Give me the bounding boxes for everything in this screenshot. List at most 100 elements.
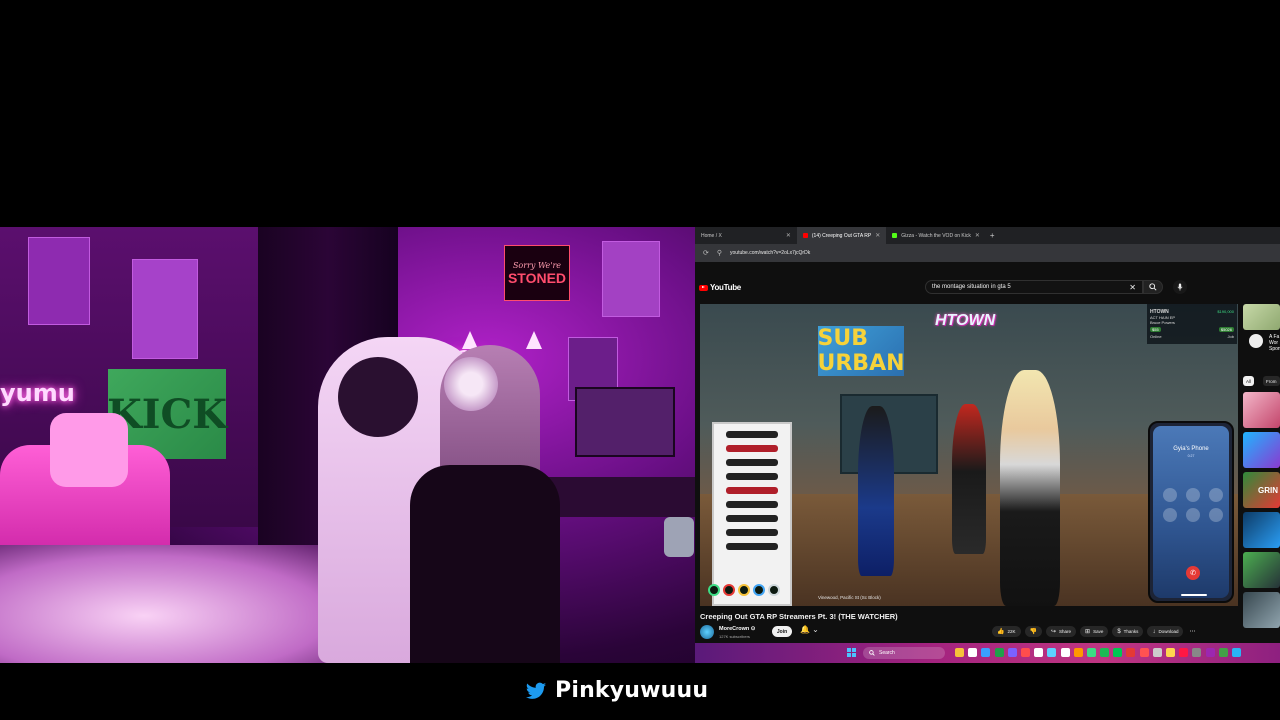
- taskbar-app-icon[interactable]: [1047, 648, 1057, 657]
- chip-all[interactable]: All: [1243, 376, 1255, 386]
- wall-poster: [132, 259, 198, 359]
- channel-name[interactable]: MoreCrown ⊙: [719, 626, 755, 632]
- character-blonde: [1000, 370, 1060, 606]
- taskbar-app-icon[interactable]: [1073, 648, 1083, 657]
- hud-money: $190,000: [1217, 309, 1234, 314]
- stream-layout: KICK yumu 420 Sorry We're STONED Home / …: [0, 0, 1280, 720]
- new-tab-button[interactable]: +: [986, 231, 999, 240]
- reload-icon[interactable]: ⟳: [703, 249, 709, 257]
- monitor: [575, 387, 675, 457]
- like-count: 22K: [1007, 629, 1016, 634]
- video-title: Creeping Out GTA RP Streamers Pt. 3! (TH…: [700, 612, 898, 621]
- taskbar-app-icon[interactable]: [1139, 648, 1149, 657]
- hud-job: Job: [1227, 334, 1234, 339]
- recommendations-sidebar: A Fa Wor Spon All From GRIN: [1243, 304, 1280, 644]
- chip-from[interactable]: From: [1263, 376, 1280, 386]
- site-info-icon[interactable]: ⚲: [717, 249, 722, 257]
- status-rings: [708, 584, 780, 596]
- character-blue-outfit: [858, 406, 894, 576]
- search-input[interactable]: the montage situation in gta 5 ✕: [925, 280, 1143, 294]
- taskbar-search[interactable]: Search: [863, 647, 945, 659]
- taskbar-app-icon[interactable]: [1113, 648, 1123, 657]
- ad-thumbnail[interactable]: [1243, 304, 1280, 330]
- taskbar-search-label: Search: [879, 650, 895, 656]
- thanks-button[interactable]: $ Thanks: [1112, 626, 1144, 637]
- more-button[interactable]: ⋯: [1187, 626, 1197, 637]
- close-icon[interactable]: ✕: [786, 232, 791, 239]
- share-button[interactable]: ↪ Share: [1045, 626, 1077, 637]
- stoned-sign-top: Sorry We're: [512, 260, 562, 270]
- taskbar-app-icon[interactable]: [981, 648, 991, 657]
- taskbar-app-icon[interactable]: [1020, 648, 1030, 657]
- streamer-shirt: [410, 465, 560, 663]
- search-button[interactable]: [1143, 280, 1163, 294]
- tab-home-x[interactable]: Home / X ✕: [695, 227, 797, 244]
- ad-avatar[interactable]: [1249, 334, 1263, 348]
- taskbar-app-icon[interactable]: [1007, 648, 1017, 657]
- end-call-icon: ✆: [1186, 566, 1200, 580]
- taskbar-app-icon[interactable]: [1166, 648, 1175, 657]
- tab-kick-vod[interactable]: Gizza - Watch the VOD on Kick ✕: [886, 227, 986, 244]
- like-button[interactable]: 👍 22K: [992, 626, 1021, 637]
- url-field[interactable]: youtube.com/watch?v=2oLx7jcQrDk: [730, 250, 810, 256]
- taskbar-app-icon[interactable]: [968, 648, 978, 657]
- thirst-ring-icon: [753, 584, 765, 596]
- taskbar-app-icon[interactable]: [1179, 648, 1189, 657]
- hunger-ring-icon: [738, 584, 750, 596]
- bell-icon[interactable]: 🔔 ⌄: [800, 625, 819, 634]
- video-thumbnail[interactable]: [1243, 392, 1280, 428]
- video-thumbnail[interactable]: GRIN: [1243, 472, 1280, 508]
- taskbar-app-icon[interactable]: [955, 648, 964, 657]
- channel-subscribers: 127K subscribers: [719, 634, 750, 639]
- neon-yumu-sign: yumu: [0, 379, 75, 407]
- taskbar-app-icon[interactable]: [1100, 648, 1110, 657]
- headset: [444, 357, 498, 411]
- video-actions: 👍 22K 👎 ↪ Share ⊞ Save $ Thanks ↓ Download ⋯: [992, 626, 1197, 637]
- taskbar-app-icon[interactable]: [1218, 648, 1228, 657]
- video-player[interactable]: SUB URBAN HTOWN HTOWN $190,000 ACT HAIN E…: [700, 304, 1238, 606]
- taskbar-app-icon[interactable]: [994, 648, 1004, 657]
- video-thumbnail[interactable]: [1243, 552, 1280, 588]
- dislike-button[interactable]: 👎: [1024, 626, 1042, 637]
- channel-row: MoreCrown ⊙ 127K subscribers Join 🔔 ⌄ 👍 2…: [700, 624, 1238, 642]
- save-button[interactable]: ⊞ Save: [1080, 626, 1109, 637]
- download-button[interactable]: ↓ Download: [1147, 626, 1184, 637]
- streamer: [400, 331, 570, 663]
- cat-ear-right: [526, 331, 542, 349]
- clear-search-icon[interactable]: ✕: [1129, 283, 1136, 292]
- youtube-favicon-icon: [802, 233, 808, 238]
- taskbar-app-icon[interactable]: [1192, 648, 1202, 657]
- tab-label: (14) Creeping Out GTA RP: [811, 232, 872, 239]
- youtube-header: YouTube the montage situation in gta 5 ✕: [695, 262, 1280, 302]
- taskbar-app-icon[interactable]: [1205, 648, 1215, 657]
- join-button[interactable]: Join: [772, 626, 792, 637]
- close-icon[interactable]: ✕: [875, 232, 880, 239]
- microphone: [664, 517, 694, 557]
- taskbar-app-icon[interactable]: [1060, 648, 1070, 657]
- video-thumbnail[interactable]: [1243, 512, 1280, 548]
- video-thumbnail[interactable]: [1243, 592, 1280, 628]
- keypad-icon: [1185, 508, 1200, 522]
- youtube-logo[interactable]: YouTube: [699, 283, 741, 292]
- tab-youtube-video[interactable]: (14) Creeping Out GTA RP ✕: [796, 227, 887, 244]
- taskbar-app-icon[interactable]: [1231, 648, 1241, 657]
- wall-poster: [28, 237, 90, 325]
- voice-search-button[interactable]: [1173, 280, 1187, 294]
- video-thumbnail[interactable]: [1243, 432, 1280, 468]
- game-hud: HTOWN $190,000 ACT HAIN EP Bruce Powers $…: [1147, 304, 1237, 344]
- taskbar-app-icon[interactable]: [1152, 648, 1162, 657]
- phone-screen: Gyia's Phone 0:27 ✆: [1153, 426, 1229, 598]
- address-bar: ⟳ ⚲ youtube.com/watch?v=2oLx7jcQrDk: [695, 244, 1280, 262]
- health-ring-icon: [708, 584, 720, 596]
- close-icon[interactable]: ✕: [975, 232, 980, 239]
- tab-bar: Home / X ✕ (14) Creeping Out GTA RP ✕ Gi…: [695, 227, 1280, 244]
- mic-icon: [1177, 283, 1183, 291]
- channel-avatar[interactable]: [700, 625, 714, 639]
- taskbar-app-icon[interactable]: [1086, 648, 1096, 657]
- hud-player: Bruce Powers: [1150, 320, 1175, 325]
- windows-start-icon[interactable]: [847, 648, 856, 657]
- taskbar-app-icon[interactable]: [1034, 648, 1044, 657]
- stamina-ring-icon: [768, 584, 780, 596]
- browser-window: Home / X ✕ (14) Creeping Out GTA RP ✕ Gi…: [695, 227, 1280, 663]
- taskbar-app-icon[interactable]: [1126, 648, 1136, 657]
